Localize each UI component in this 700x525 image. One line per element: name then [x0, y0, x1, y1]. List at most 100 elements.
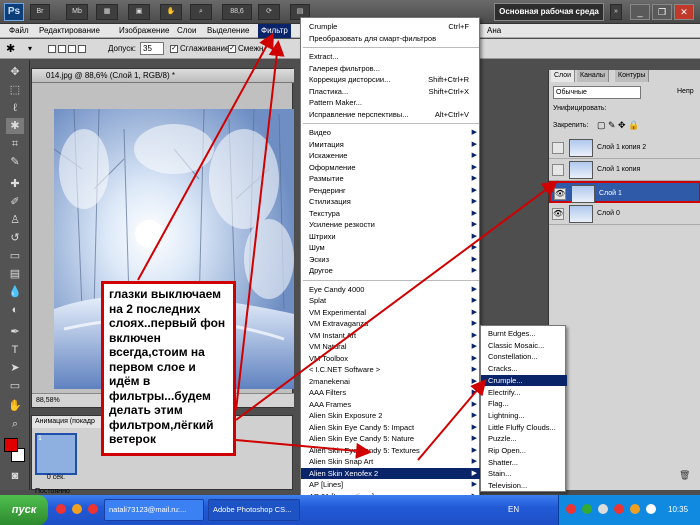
menu-layers[interactable]: Слои	[174, 24, 199, 38]
tray-icon[interactable]	[566, 504, 576, 514]
browser-icon[interactable]	[88, 504, 98, 514]
filter-menu-item[interactable]: Extract...	[301, 51, 481, 63]
lock-icons[interactable]: ▢ ✎ ✥ 🔒	[597, 120, 639, 131]
xenofex-filter-item[interactable]: Crumple...	[481, 374, 567, 387]
eyedropper-tool-icon[interactable]: ✎	[6, 154, 24, 170]
magic-wand-tool-icon[interactable]: ✱	[6, 42, 15, 56]
bridge-button[interactable]: Br	[30, 4, 50, 20]
filter-category-item[interactable]: Стилизация ▶	[301, 196, 481, 208]
type-tool-icon[interactable]: T	[6, 342, 24, 358]
filter-category-item[interactable]: Имитация ▶	[301, 139, 481, 151]
filter-category-item[interactable]: Штрихи ▶	[301, 231, 481, 243]
foreground-color-swatch[interactable]	[4, 438, 18, 452]
hand-tool-icon[interactable]: ✋	[6, 398, 24, 414]
restore-button[interactable]: ❐	[652, 4, 672, 20]
plugin-filter-item[interactable]: Alien Skin Eye Candy 5: Impact ▶	[301, 422, 481, 434]
mini-bridge-button[interactable]: Mb	[66, 4, 88, 20]
move-tool-icon[interactable]: ✥	[6, 64, 24, 80]
healing-brush-icon[interactable]: ✚	[6, 176, 24, 192]
tab-layers[interactable]: Слои	[551, 70, 576, 82]
xenofex-filter-item[interactable]: Cracks...	[481, 363, 567, 375]
rotate-view-icon[interactable]: ⟳	[258, 4, 280, 20]
menu-select[interactable]: Выделение	[204, 24, 252, 38]
path-selection-icon[interactable]: ➤	[6, 360, 24, 376]
xenofex-filter-item[interactable]: Puzzle...	[481, 433, 567, 445]
layer-row[interactable]: Слой 1 копия	[549, 159, 700, 181]
filter-category-item[interactable]: Искажение ▶	[301, 150, 481, 162]
language-indicator[interactable]: EN	[508, 495, 519, 525]
loop-selector[interactable]: Постоянно	[35, 488, 70, 495]
zoom-tool-icon[interactable]: ⌕	[190, 4, 212, 20]
filter-category-item[interactable]: Усиление резкости ▶	[301, 219, 481, 231]
animation-frame[interactable]: 1	[35, 433, 77, 475]
plugin-filter-item[interactable]: VM Extravaganza ▶	[301, 318, 481, 330]
marquee-tool-icon[interactable]: ⬚	[6, 82, 24, 98]
new-selection-icon[interactable]	[48, 42, 88, 56]
xenofex-filter-item[interactable]: Lightning...	[481, 410, 567, 422]
tray-icon[interactable]	[598, 504, 608, 514]
minimize-button[interactable]: _	[630, 4, 650, 20]
menu-edit[interactable]: Редактирование	[36, 24, 103, 38]
document-tab[interactable]: 014.jpg @ 88,6% (Слой 1, RGB/8) *	[32, 69, 294, 83]
trash-icon[interactable]: 🗑	[679, 470, 690, 481]
tolerance-input[interactable]: 35	[140, 42, 164, 55]
layer-row[interactable]: 👁 Слой 0	[549, 203, 700, 225]
quick-mask-icon[interactable]: ◙	[6, 468, 24, 484]
taskbar-photoshop-window[interactable]: Adobe Photoshop CS...	[208, 499, 300, 521]
tray-icon[interactable]	[614, 504, 624, 514]
plugin-filter-item[interactable]: VM Toolbox ▶	[301, 353, 481, 365]
zoom-level-icon[interactable]: ▣	[128, 4, 150, 20]
xenofex-filter-item[interactable]: Classic Mosaic...	[481, 340, 567, 352]
xenofex-filter-item[interactable]: Electrify...	[481, 387, 567, 399]
plugin-filter-item[interactable]: AP [Lines] ▶	[301, 479, 481, 491]
filter-category-item[interactable]: Шум ▶	[301, 242, 481, 254]
gradient-tool-icon[interactable]: ▤	[6, 266, 24, 282]
filter-category-item[interactable]: Другое ▶	[301, 265, 481, 277]
taskbar-mail-window[interactable]: natali73123@mail.ru:...	[104, 499, 204, 521]
xenofex-filter-item[interactable]: Stain...	[481, 468, 567, 480]
menu-image[interactable]: Изображение	[116, 24, 172, 38]
contiguous-checkbox[interactable]: ✓ Смежн	[228, 42, 263, 56]
tool-preset-picker-icon[interactable]: ▾	[28, 42, 32, 56]
filter-category-item[interactable]: Эскиз ▶	[301, 254, 481, 266]
pen-tool-icon[interactable]: ✒	[6, 324, 24, 340]
volume-icon[interactable]	[646, 504, 656, 514]
plugin-filter-item[interactable]: Alien Skin Eye Candy 5: Nature ▶	[301, 433, 481, 445]
blur-tool-icon[interactable]: 💧	[6, 284, 24, 300]
menu-analysis[interactable]: Ана	[484, 24, 504, 38]
plugin-filter-item[interactable]: VM Natural ▶	[301, 341, 481, 353]
filter-menu-item[interactable]: Коррекция дисторсии... Shift+Ctrl+R	[301, 74, 481, 86]
plugin-filter-item[interactable]: < I.C.NET Software > ▶	[301, 364, 481, 376]
visibility-toggle[interactable]	[552, 164, 564, 176]
plugin-filter-item[interactable]: AAA Filters ▶	[301, 387, 481, 399]
plugin-filter-item[interactable]: VM Instant Art ▶	[301, 330, 481, 342]
filter-category-item[interactable]: Рендеринг ▶	[301, 185, 481, 197]
plugin-filter-item[interactable]: Eye Candy 4000 ▶	[301, 284, 481, 296]
eraser-tool-icon[interactable]: ▭	[6, 248, 24, 264]
xenofex-filter-item[interactable]: Flag...	[481, 398, 567, 410]
plugin-filter-item[interactable]: Alien Skin Eye Candy 5: Textures ▶	[301, 445, 481, 457]
layer-row[interactable]: Слой 1 копия 2	[549, 137, 700, 159]
tab-paths[interactable]: Контуры	[615, 70, 650, 82]
crop-tool-icon[interactable]: ⌗	[6, 136, 24, 152]
magic-wand-tool-icon[interactable]: ✱	[6, 118, 24, 134]
tray-icon[interactable]	[630, 504, 640, 514]
history-brush-icon[interactable]: ↺	[6, 230, 24, 246]
filter-category-item[interactable]: Видео ▶	[301, 127, 481, 139]
filter-menu-item[interactable]: Пластика... Shift+Ctrl+X	[301, 86, 481, 98]
guides-icon[interactable]: ▦	[96, 4, 118, 20]
eye-icon[interactable]: 👁	[554, 188, 566, 200]
plugin-filter-item[interactable]: Alien Skin Xenofex 2 ▶	[301, 467, 481, 479]
plugin-filter-item[interactable]: VM Experimental ▶	[301, 307, 481, 319]
filter-menu-item[interactable]: Исправление перспективы... Alt+Ctrl+V	[301, 109, 481, 121]
zoom-level-field[interactable]: 88,6	[222, 4, 252, 20]
menu-file[interactable]: Файл	[6, 24, 32, 38]
workspace-menu-icon[interactable]: »	[610, 4, 622, 20]
filter-menu-item[interactable]: Преобразовать для смарт-фильтров	[301, 33, 481, 45]
filter-category-item[interactable]: Оформление ▶	[301, 162, 481, 174]
animation-tab[interactable]: Анимация (покадр	[32, 416, 112, 428]
tray-icon[interactable]	[582, 504, 592, 514]
hand-tool-icon[interactable]: ✋	[160, 4, 182, 20]
visibility-toggle[interactable]	[552, 142, 564, 154]
tab-channels[interactable]: Каналы	[577, 70, 609, 82]
